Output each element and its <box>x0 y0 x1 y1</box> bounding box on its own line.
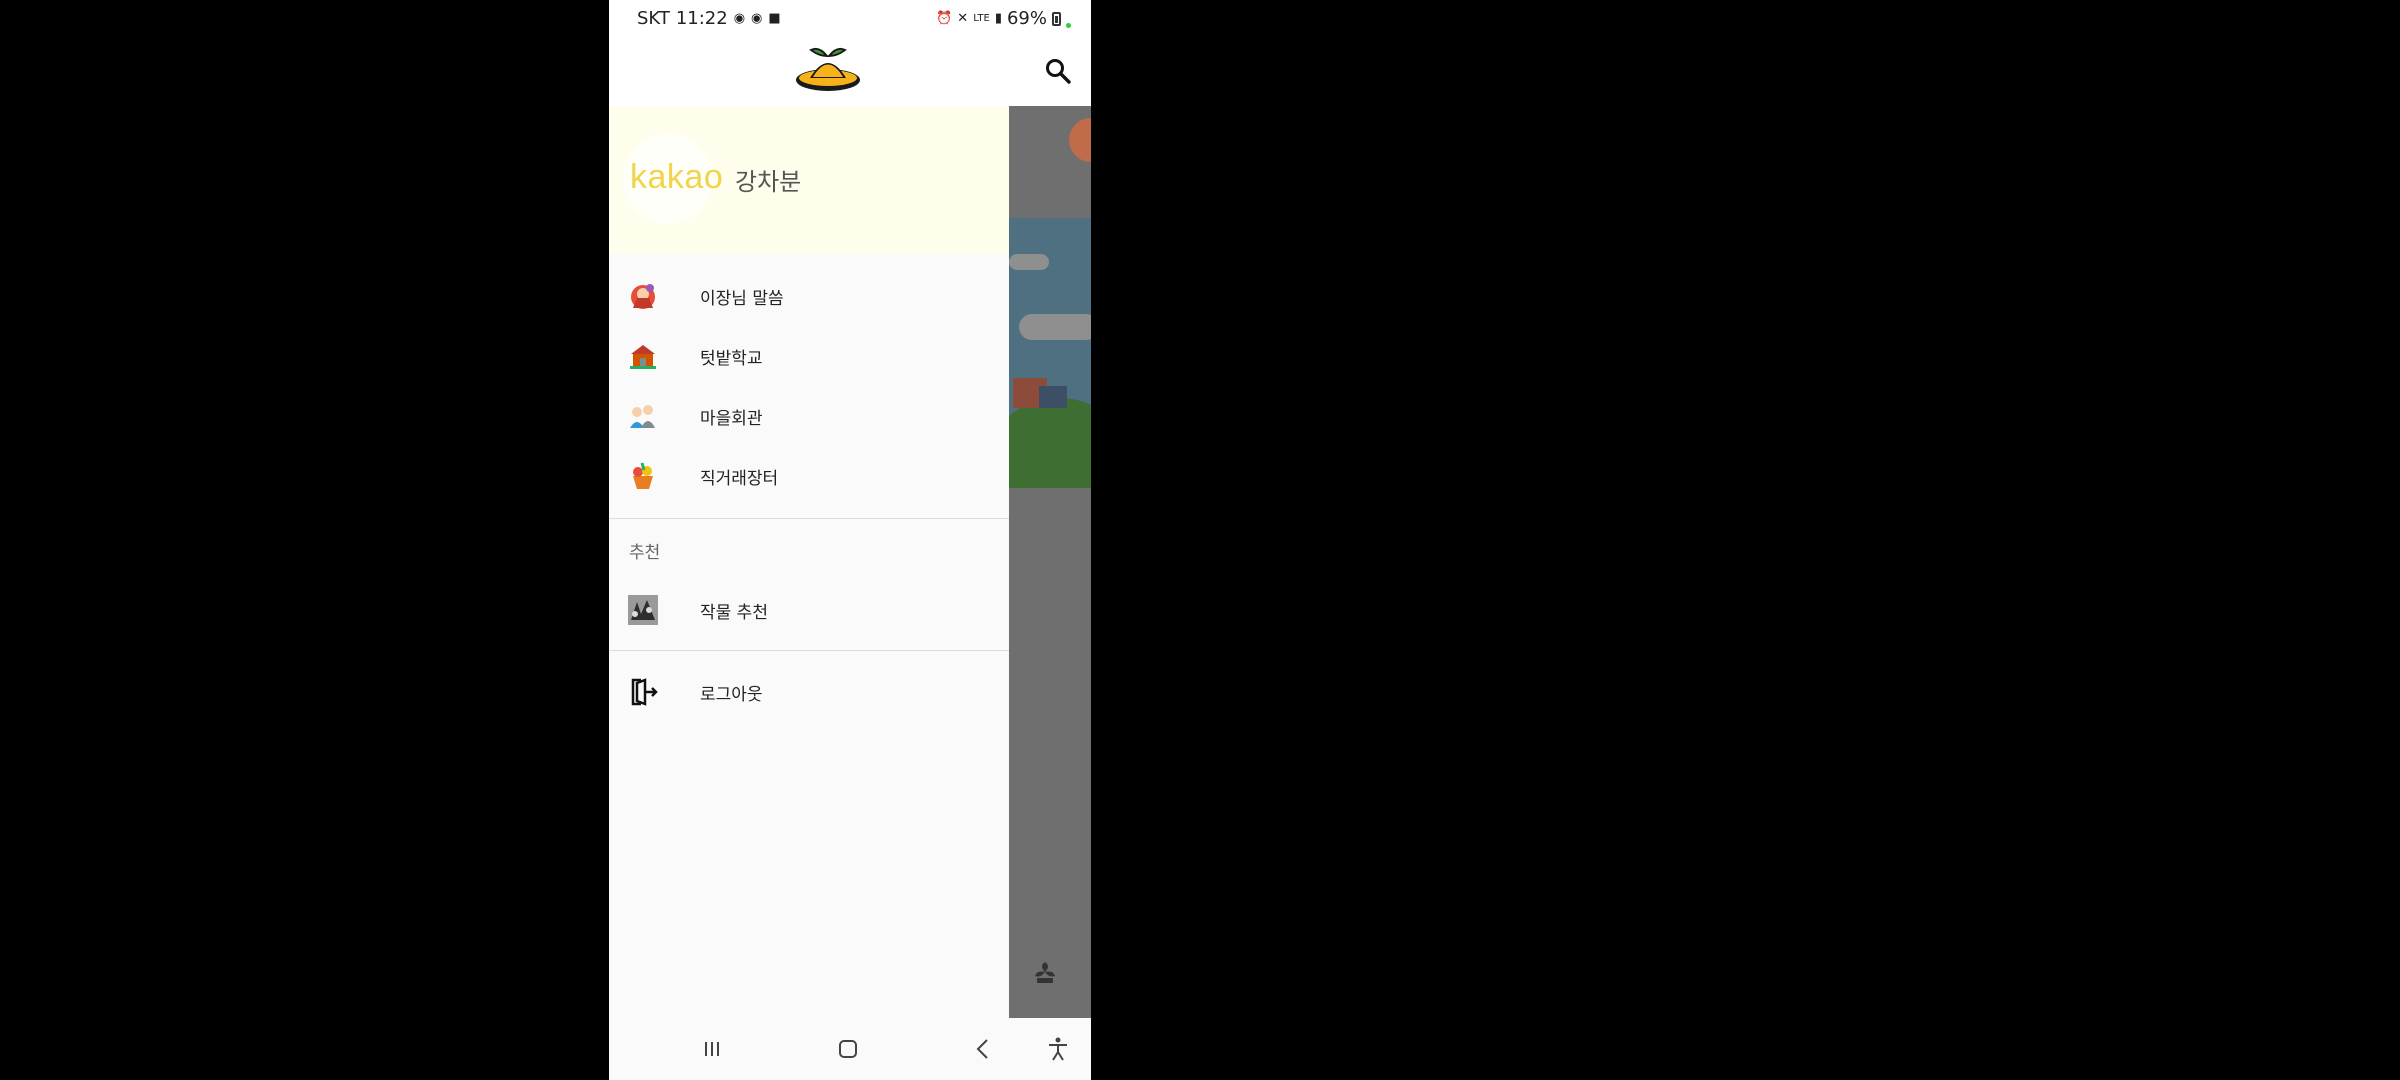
navigation-drawer: kakao 강차분 이장님 말씀 텃밭학교 마을회관 직거래장터 추천 작물 추… <box>609 106 1009 1018</box>
search-icon[interactable] <box>1043 56 1073 86</box>
menu-label: 마을회관 <box>700 408 763 429</box>
menu-label: 이장님 말씀 <box>700 288 784 309</box>
kakao-logo: kakao <box>630 158 724 196</box>
background-content-scrim[interactable] <box>1009 106 1091 1018</box>
menu-item-direct-market[interactable]: 직거래장터 <box>609 448 1009 504</box>
menu-label: 작물 추천 <box>700 602 768 623</box>
battery-icon <box>1052 11 1061 26</box>
phone-screen: SKT 11:22 ◉ ◉ ■ ⏰ ✕ LTE ▮ 69% kakao 강차분 … <box>609 0 1091 1080</box>
privacy-dot-icon <box>1066 23 1071 28</box>
carrier: SKT <box>637 8 670 29</box>
recent-apps-icon[interactable] <box>697 1034 727 1064</box>
back-icon[interactable] <box>968 1034 998 1064</box>
system-navigation-bar <box>609 1018 1091 1080</box>
network-type: LTE <box>973 12 990 24</box>
battery-percent: 69% <box>1006 8 1047 29</box>
clock: 11:22 <box>675 8 728 29</box>
mute-icon: ✕ <box>957 10 969 26</box>
menu-label: 로그아웃 <box>700 684 763 705</box>
status-right: ⏰ ✕ LTE ▮ 69% <box>936 8 1071 29</box>
orange-hat-logo-icon[interactable] <box>793 44 863 96</box>
menu-label: 직거래장터 <box>700 468 779 489</box>
divider <box>609 518 1009 519</box>
alarm-icon: ⏰ <box>936 10 953 26</box>
menu-item-logout[interactable]: 로그아웃 <box>609 664 1009 720</box>
menu-item-garden-school[interactable]: 텃밭학교 <box>609 328 1009 384</box>
village-chief-icon <box>631 284 655 309</box>
status-bar: SKT 11:22 ◉ ◉ ■ ⏰ ✕ LTE ▮ 69% <box>609 0 1091 36</box>
notification-icon: ◉ <box>733 10 746 26</box>
school-icon <box>630 345 656 369</box>
background-illustration <box>1009 218 1091 488</box>
menu-label: 텃밭학교 <box>700 348 763 369</box>
section-header-recommend: 추천 <box>629 543 661 563</box>
menu-item-village-hall[interactable]: 마을회관 <box>609 388 1009 444</box>
notification-icon-2: ◉ <box>751 10 763 26</box>
signal-icon: ▮ <box>994 10 1002 26</box>
home-icon[interactable] <box>833 1034 863 1064</box>
produce-icon <box>633 462 653 489</box>
menu-item-crop-recommend[interactable]: 작물 추천 <box>609 582 1009 638</box>
divider <box>609 650 1009 651</box>
background-sun <box>1069 118 1091 162</box>
video-icon: ■ <box>768 10 781 26</box>
crop-photo-icon <box>628 595 658 625</box>
top-app-bar <box>609 36 1091 106</box>
accessibility-icon[interactable] <box>1043 1034 1073 1064</box>
plant-fab-icon[interactable] <box>1031 958 1059 986</box>
logout-icon <box>631 678 658 706</box>
user-name: 강차분 <box>735 168 802 196</box>
people-icon <box>630 405 655 428</box>
profile-header: kakao 강차분 <box>609 106 1009 254</box>
status-left: SKT 11:22 ◉ ◉ ■ <box>637 8 781 29</box>
menu-item-chief-message[interactable]: 이장님 말씀 <box>609 268 1009 324</box>
